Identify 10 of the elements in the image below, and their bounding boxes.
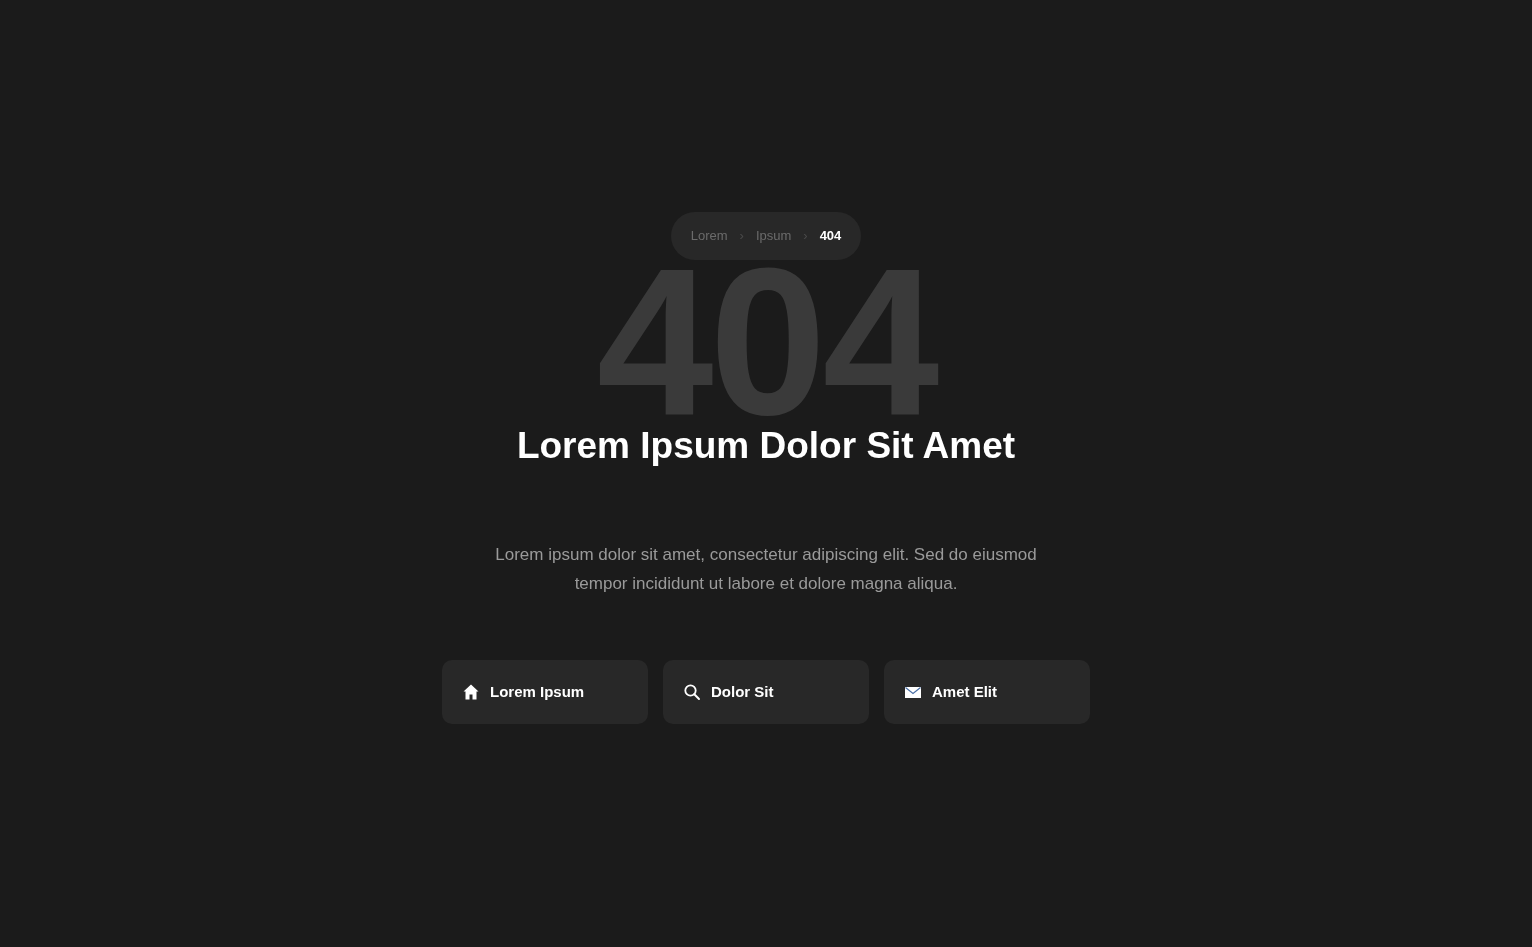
search-icon	[683, 683, 701, 701]
separator-text: ›	[803, 227, 808, 246]
action-button[interactable]: Lorem Ipsum	[442, 660, 648, 724]
current-page-text: 404	[819, 227, 842, 246]
action-button[interactable]: Amet Elit	[884, 660, 1090, 724]
page-title: Lorem Ipsum Dolor Sit Amet	[516, 425, 1016, 466]
separator-text: ›	[739, 227, 744, 246]
description-text: Lorem ipsum dolor sit amet, consectetur adipiscing elit. Sed do eiusmod tempor incididunt ut labore et dolore magna aliqua.	[494, 544, 1038, 595]
home-icon	[462, 683, 480, 701]
action-button[interactable]: Dolor Sit	[663, 660, 869, 724]
